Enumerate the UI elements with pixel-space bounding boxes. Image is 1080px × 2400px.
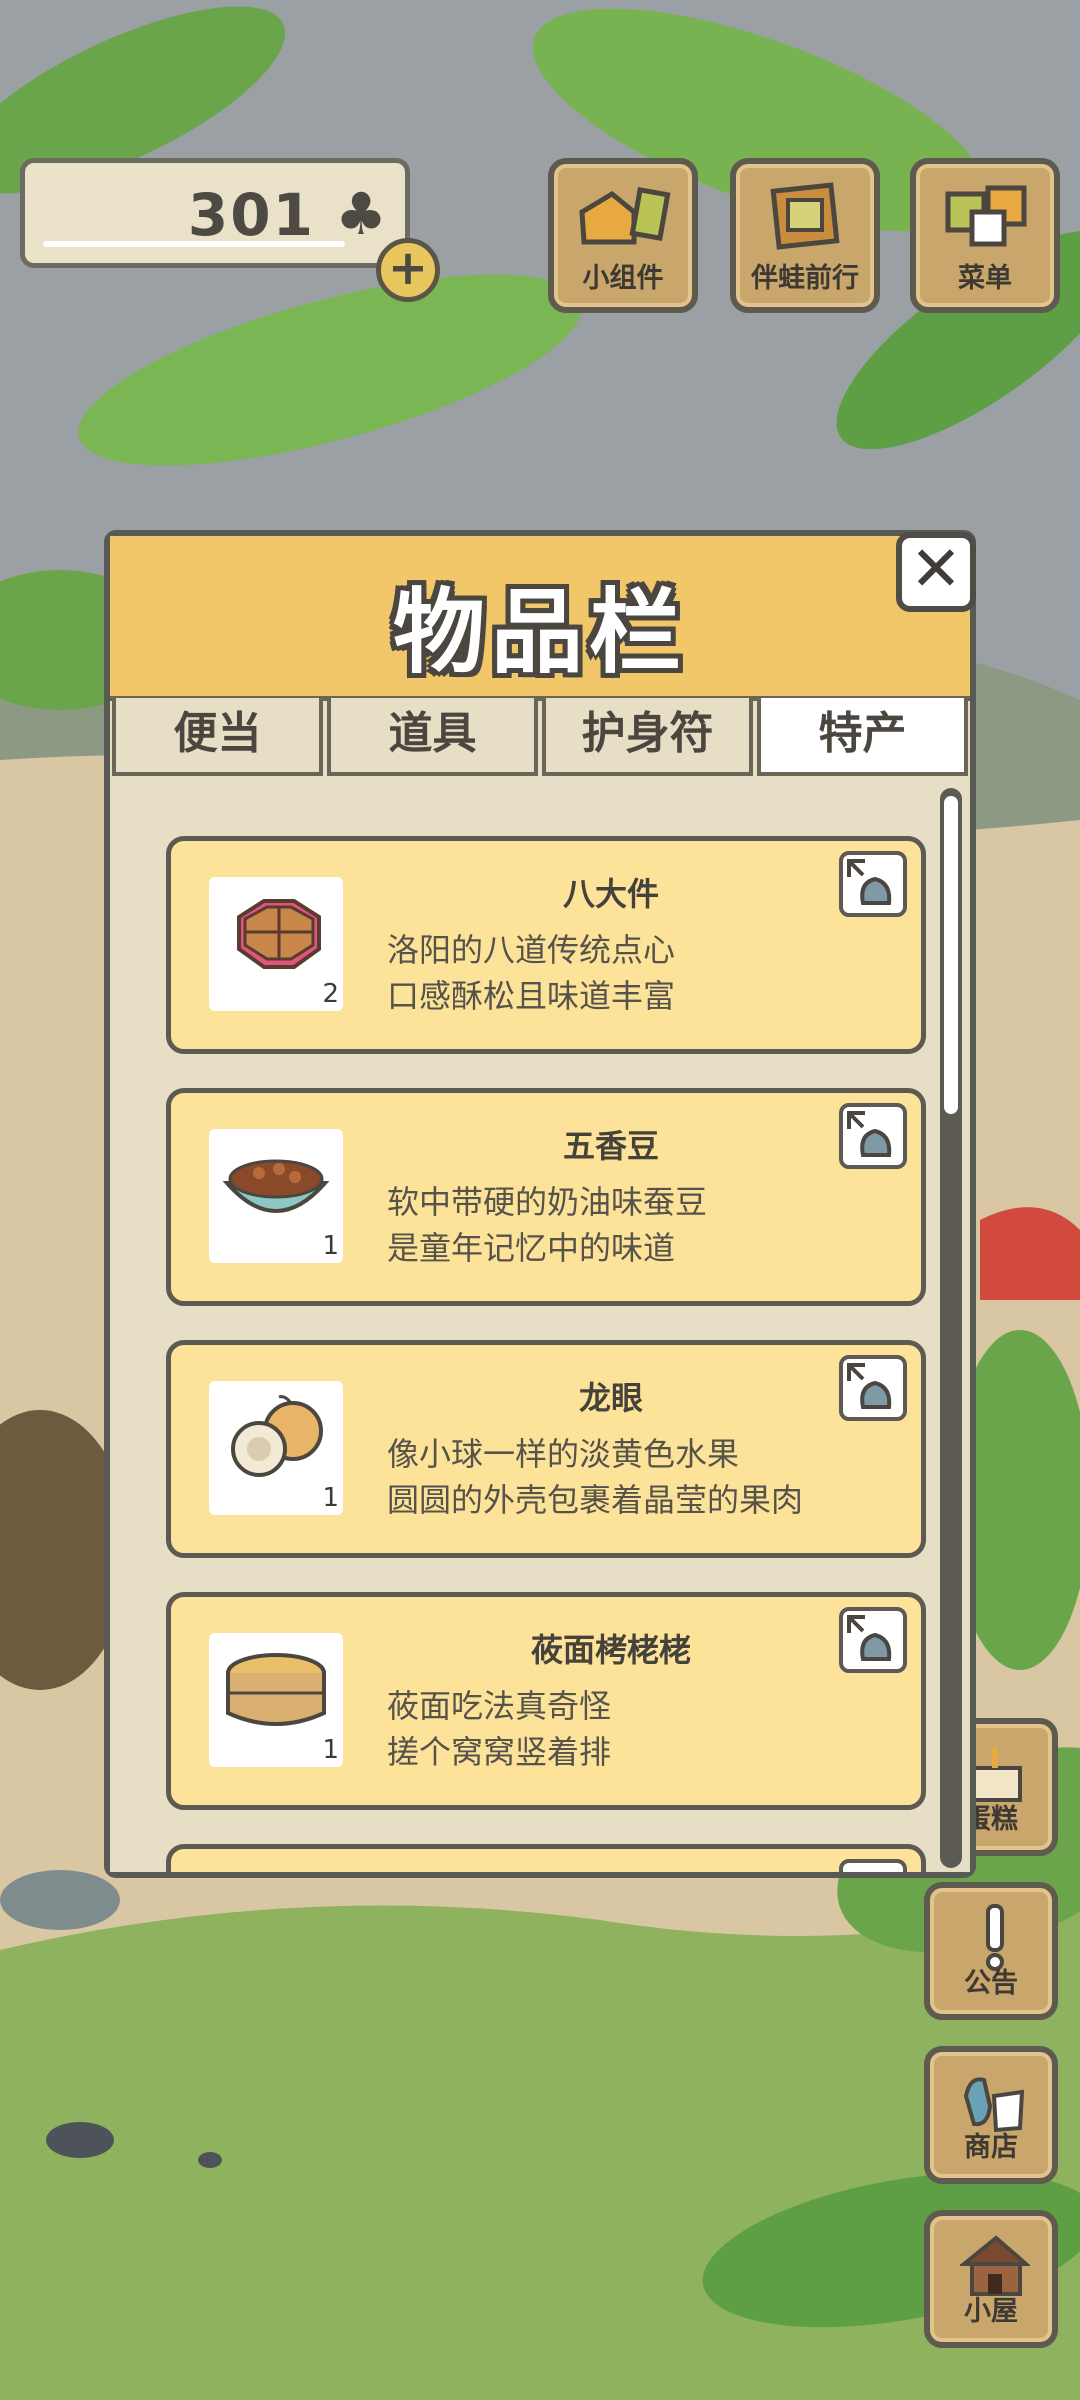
item-name: 莜面栲栳栳: [530, 1631, 691, 1669]
house-button[interactable]: 小屋: [924, 2210, 1058, 2348]
item-list[interactable]: 2 八大件 洛阳的八道传统点心 口感酥松且味道丰富 1 五香豆 软中带硬的奶油味…: [110, 780, 970, 1872]
clover-counter: 301 ♣: [20, 158, 410, 268]
widget-icon: [579, 187, 671, 245]
tab-bento[interactable]: 便当: [112, 698, 323, 776]
item-quantity: 1: [322, 1735, 339, 1765]
item-description-line1: 洛阳的八道传统点心: [387, 931, 676, 969]
item-description-line1: 莜面吃法真奇怪: [387, 1687, 612, 1725]
notice-button[interactable]: 公告: [924, 1882, 1058, 2020]
menu-button[interactable]: 菜单: [910, 158, 1060, 313]
widget-label: 小组件: [582, 263, 664, 294]
item-description-line2: 搓个窝窝竖着排: [387, 1733, 612, 1771]
panel-title: 物品栏: [392, 579, 687, 686]
bag-arrow-icon: [847, 1615, 892, 1661]
list-item[interactable]: 1 五香豆 软中带硬的奶油味蚕豆 是童年记忆中的味道: [166, 1088, 926, 1306]
clover-count: 301: [187, 181, 315, 249]
pack-to-bag-button[interactable]: [839, 1859, 907, 1872]
item-description-line2: 口感酥松且味道丰富: [387, 977, 676, 1015]
photo-album-icon: [770, 182, 840, 250]
item-name: 龙眼: [578, 1379, 643, 1417]
item-quantity: 1: [322, 1483, 339, 1513]
item-thumbnail: 1: [209, 1129, 343, 1263]
item-thumbnail: 1: [209, 1633, 343, 1767]
bag-arrow-icon: [847, 1111, 892, 1157]
add-clover-button[interactable]: +: [376, 238, 440, 302]
item-thumbnail: 2: [209, 877, 343, 1011]
bag-arrow-icon: [847, 1363, 892, 1409]
shop-label: 商店: [964, 2132, 1018, 2163]
item-description-line2: 圆圆的外壳包裹着晶莹的果肉: [387, 1481, 804, 1519]
pastry-box-icon: [237, 899, 321, 969]
list-item[interactable]: 1 莜面栲栳栳 莜面吃法真奇怪 搓个窝窝竖着排: [166, 1592, 926, 1810]
tab-charms[interactable]: 护身符: [542, 698, 753, 776]
longan-icon: [231, 1395, 323, 1477]
inventory-panel: 物品栏 便当 道具 护身符 特产 2 八大件 洛阳的八道传统点心 口感酥松且味道…: [104, 530, 976, 1878]
close-button[interactable]: ✕: [896, 532, 976, 612]
list-item[interactable]: [166, 1844, 926, 1872]
bean-bowl-icon: [222, 1159, 330, 1213]
scrollbar-thumb[interactable]: [944, 796, 958, 1114]
item-description-line1: 像小球一样的淡黄色水果: [387, 1435, 740, 1473]
item-name: 五香豆: [562, 1127, 659, 1165]
travel-with-frog-label: 伴蛙前行: [751, 263, 859, 294]
widget-button[interactable]: 小组件: [548, 158, 698, 313]
item-thumbnail: 1: [209, 1381, 343, 1515]
menu-label: 菜单: [958, 263, 1012, 294]
pack-to-bag-button[interactable]: [839, 1103, 907, 1169]
panel-header: 物品栏: [110, 536, 970, 701]
house-label: 小屋: [964, 2296, 1018, 2327]
category-tabs: 便当 道具 护身符 特产: [110, 698, 970, 776]
clover-bar: [43, 241, 345, 247]
list-item[interactable]: 1 龙眼 像小球一样的淡黄色水果 圆圆的外壳包裹着晶莹的果肉: [166, 1340, 926, 1558]
travel-with-frog-button[interactable]: 伴蛙前行: [730, 158, 880, 313]
steamer-icon: [226, 1653, 326, 1726]
item-quantity: 1: [322, 1231, 339, 1261]
pack-to-bag-button[interactable]: [839, 1607, 907, 1673]
item-description-line2: 是童年记忆中的味道: [387, 1229, 676, 1267]
pack-to-bag-button[interactable]: [839, 851, 907, 917]
list-item[interactable]: 2 八大件 洛阳的八道传统点心 口感酥松且味道丰富: [166, 836, 926, 1054]
item-quantity: 2: [322, 979, 339, 1009]
item-name: 八大件: [562, 875, 659, 913]
tab-specialties[interactable]: 特产: [757, 698, 968, 776]
menu-cards-icon: [945, 185, 1027, 247]
bag-arrow-icon: [847, 859, 892, 905]
clover-icon: ♣: [335, 180, 387, 248]
item-description-line1: 软中带硬的奶油味蚕豆: [387, 1183, 708, 1221]
pack-to-bag-button[interactable]: [839, 1355, 907, 1421]
shop-button[interactable]: 商店: [924, 2046, 1058, 2184]
notice-label: 公告: [964, 1968, 1018, 1999]
tab-tools[interactable]: 道具: [327, 698, 538, 776]
